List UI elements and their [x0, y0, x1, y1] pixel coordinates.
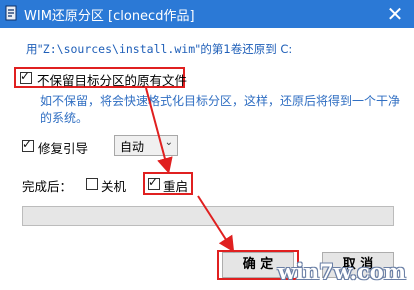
wim-restore-dialog: WIM还原分区 [clonecd作品] ✕ 用"Z:\sources\insta… — [0, 0, 414, 290]
annotation-arrows — [145, 87, 235, 253]
